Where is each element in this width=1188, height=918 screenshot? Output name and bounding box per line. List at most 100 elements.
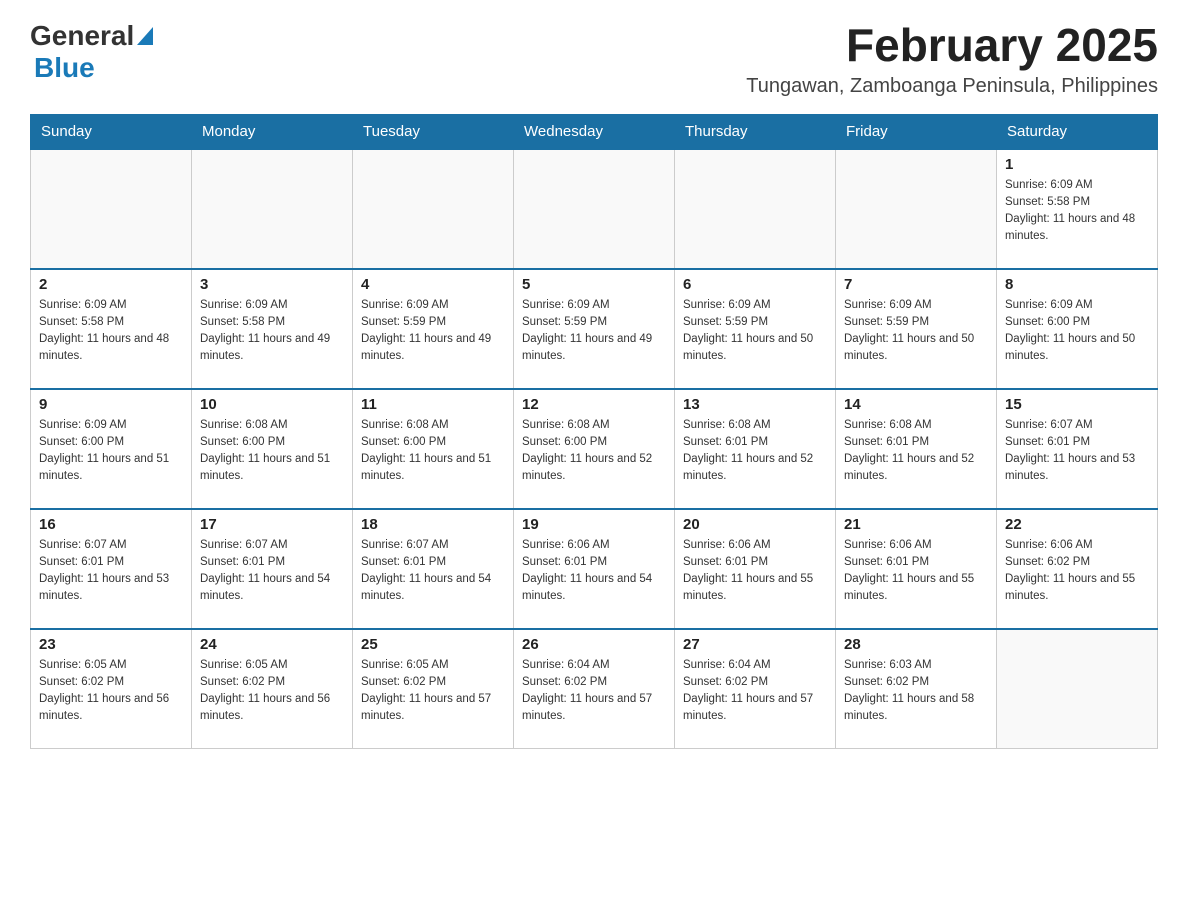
day-number: 27	[683, 636, 827, 653]
calendar-cell: 20 Sunrise: 6:06 AMSunset: 6:01 PMDayligh…	[675, 509, 836, 629]
day-info: Sunrise: 6:06 AMSunset: 6:01 PMDaylight:…	[683, 537, 827, 606]
calendar-week-row: 1 Sunrise: 6:09 AMSunset: 5:58 PMDaylight…	[31, 149, 1158, 269]
day-info: Sunrise: 6:09 AMSunset: 6:00 PMDaylight:…	[39, 417, 183, 486]
day-info: Sunrise: 6:08 AMSunset: 6:01 PMDaylight:…	[844, 417, 988, 486]
calendar-cell: 24 Sunrise: 6:05 AMSunset: 6:02 PMDayligh…	[192, 629, 353, 749]
day-info: Sunrise: 6:08 AMSunset: 6:00 PMDaylight:…	[361, 417, 505, 486]
calendar-cell: 22Sunrise: 6:06 AMSunset: 6:02 PMDayligh…	[997, 509, 1158, 629]
day-number: 15	[1005, 396, 1149, 413]
day-number: 19	[522, 516, 666, 533]
calendar-cell	[514, 149, 675, 269]
weekday-header-friday: Friday	[836, 114, 997, 149]
calendar-cell: 23 Sunrise: 6:05 AMSunset: 6:02 PMDayligh…	[31, 629, 192, 749]
calendar-header-row: SundayMondayTuesdayWednesdayThursdayFrid…	[31, 114, 1158, 149]
logo-blue-text: Blue	[34, 52, 95, 83]
calendar-table: SundayMondayTuesdayWednesdayThursdayFrid…	[30, 114, 1158, 750]
weekday-header-sunday: Sunday	[31, 114, 192, 149]
calendar-cell: 6Sunrise: 6:09 AMSunset: 5:59 PMDaylight…	[675, 269, 836, 389]
day-info: Sunrise: 6:06 AMSunset: 6:01 PMDaylight:…	[844, 537, 988, 606]
day-number: 13	[683, 396, 827, 413]
day-number: 8	[1005, 276, 1149, 293]
day-info: Sunrise: 6:06 AMSunset: 6:02 PMDaylight:…	[1005, 537, 1149, 606]
day-info: Sunrise: 6:05 AMSunset: 6:02 PMDaylight:…	[361, 657, 505, 726]
day-number: 17	[200, 516, 344, 533]
day-number: 16	[39, 516, 183, 533]
day-info: Sunrise: 6:08 AMSunset: 6:01 PMDaylight:…	[683, 417, 827, 486]
day-info: Sunrise: 6:07 AMSunset: 6:01 PMDaylight:…	[1005, 417, 1149, 486]
weekday-header-wednesday: Wednesday	[514, 114, 675, 149]
day-info: Sunrise: 6:08 AMSunset: 6:00 PMDaylight:…	[200, 417, 344, 486]
day-number: 11	[361, 396, 505, 413]
day-number: 18	[361, 516, 505, 533]
calendar-cell: 25 Sunrise: 6:05 AMSunset: 6:02 PMDayligh…	[353, 629, 514, 749]
calendar-week-row: 2 Sunrise: 6:09 AMSunset: 5:58 PMDaylight…	[31, 269, 1158, 389]
weekday-header-tuesday: Tuesday	[353, 114, 514, 149]
day-info: Sunrise: 6:09 AMSunset: 5:59 PMDaylight:…	[522, 297, 666, 366]
page-header: General Blue February 2025 Tungawan, Zam…	[30, 20, 1158, 98]
calendar-cell: 14 Sunrise: 6:08 AMSunset: 6:01 PMDayligh…	[836, 389, 997, 509]
weekday-header-saturday: Saturday	[997, 114, 1158, 149]
day-number: 2	[39, 276, 183, 293]
day-number: 4	[361, 276, 505, 293]
location-subtitle: Tungawan, Zamboanga Peninsula, Philippin…	[746, 75, 1158, 98]
day-info: Sunrise: 6:05 AMSunset: 6:02 PMDaylight:…	[39, 657, 183, 726]
calendar-cell	[997, 629, 1158, 749]
calendar-cell: 11 Sunrise: 6:08 AMSunset: 6:00 PMDayligh…	[353, 389, 514, 509]
calendar-cell: 9Sunrise: 6:09 AMSunset: 6:00 PMDaylight…	[31, 389, 192, 509]
calendar-cell: 12 Sunrise: 6:08 AMSunset: 6:00 PMDayligh…	[514, 389, 675, 509]
day-info: Sunrise: 6:05 AMSunset: 6:02 PMDaylight:…	[200, 657, 344, 726]
day-info: Sunrise: 6:09 AMSunset: 5:59 PMDaylight:…	[844, 297, 988, 366]
calendar-cell: 1 Sunrise: 6:09 AMSunset: 5:58 PMDaylight…	[997, 149, 1158, 269]
weekday-header-monday: Monday	[192, 114, 353, 149]
day-info: Sunrise: 6:07 AMSunset: 6:01 PMDaylight:…	[200, 537, 344, 606]
calendar-cell	[675, 149, 836, 269]
calendar-cell	[31, 149, 192, 269]
calendar-cell: 15 Sunrise: 6:07 AMSunset: 6:01 PMDayligh…	[997, 389, 1158, 509]
calendar-cell: 8 Sunrise: 6:09 AMSunset: 6:00 PMDaylight…	[997, 269, 1158, 389]
calendar-cell	[353, 149, 514, 269]
calendar-cell: 26 Sunrise: 6:04 AMSunset: 6:02 PMDayligh…	[514, 629, 675, 749]
logo: General Blue	[30, 20, 153, 84]
day-number: 14	[844, 396, 988, 413]
day-number: 10	[200, 396, 344, 413]
day-number: 6	[683, 276, 827, 293]
day-number: 1	[1005, 156, 1149, 173]
day-info: Sunrise: 6:04 AMSunset: 6:02 PMDaylight:…	[683, 657, 827, 726]
title-block: February 2025 Tungawan, Zamboanga Penins…	[746, 20, 1158, 98]
calendar-cell: 16 Sunrise: 6:07 AMSunset: 6:01 PMDayligh…	[31, 509, 192, 629]
day-info: Sunrise: 6:09 AMSunset: 6:00 PMDaylight:…	[1005, 297, 1149, 366]
day-number: 25	[361, 636, 505, 653]
day-number: 21	[844, 516, 988, 533]
logo-general-text: General	[30, 20, 134, 52]
day-number: 26	[522, 636, 666, 653]
day-number: 7	[844, 276, 988, 293]
calendar-cell: 18 Sunrise: 6:07 AMSunset: 6:01 PMDayligh…	[353, 509, 514, 629]
calendar-cell	[836, 149, 997, 269]
day-number: 20	[683, 516, 827, 533]
weekday-header-thursday: Thursday	[675, 114, 836, 149]
day-number: 23	[39, 636, 183, 653]
day-info: Sunrise: 6:04 AMSunset: 6:02 PMDaylight:…	[522, 657, 666, 726]
day-number: 12	[522, 396, 666, 413]
day-number: 3	[200, 276, 344, 293]
calendar-week-row: 9Sunrise: 6:09 AMSunset: 6:00 PMDaylight…	[31, 389, 1158, 509]
day-info: Sunrise: 6:09 AMSunset: 5:58 PMDaylight:…	[1005, 177, 1149, 246]
day-info: Sunrise: 6:07 AMSunset: 6:01 PMDaylight:…	[361, 537, 505, 606]
calendar-week-row: 16 Sunrise: 6:07 AMSunset: 6:01 PMDayligh…	[31, 509, 1158, 629]
day-info: Sunrise: 6:09 AMSunset: 5:59 PMDaylight:…	[361, 297, 505, 366]
calendar-cell: 4 Sunrise: 6:09 AMSunset: 5:59 PMDaylight…	[353, 269, 514, 389]
calendar-cell: 3 Sunrise: 6:09 AMSunset: 5:58 PMDaylight…	[192, 269, 353, 389]
day-number: 24	[200, 636, 344, 653]
calendar-cell: 13 Sunrise: 6:08 AMSunset: 6:01 PMDayligh…	[675, 389, 836, 509]
calendar-week-row: 23 Sunrise: 6:05 AMSunset: 6:02 PMDayligh…	[31, 629, 1158, 749]
day-info: Sunrise: 6:06 AMSunset: 6:01 PMDaylight:…	[522, 537, 666, 606]
day-info: Sunrise: 6:08 AMSunset: 6:00 PMDaylight:…	[522, 417, 666, 486]
month-year-title: February 2025	[746, 20, 1158, 71]
day-info: Sunrise: 6:09 AMSunset: 5:58 PMDaylight:…	[200, 297, 344, 366]
day-info: Sunrise: 6:07 AMSunset: 6:01 PMDaylight:…	[39, 537, 183, 606]
logo-triangle-icon	[137, 27, 153, 50]
day-number: 28	[844, 636, 988, 653]
calendar-cell: 10 Sunrise: 6:08 AMSunset: 6:00 PMDayligh…	[192, 389, 353, 509]
calendar-cell: 19 Sunrise: 6:06 AMSunset: 6:01 PMDayligh…	[514, 509, 675, 629]
calendar-cell: 27 Sunrise: 6:04 AMSunset: 6:02 PMDayligh…	[675, 629, 836, 749]
